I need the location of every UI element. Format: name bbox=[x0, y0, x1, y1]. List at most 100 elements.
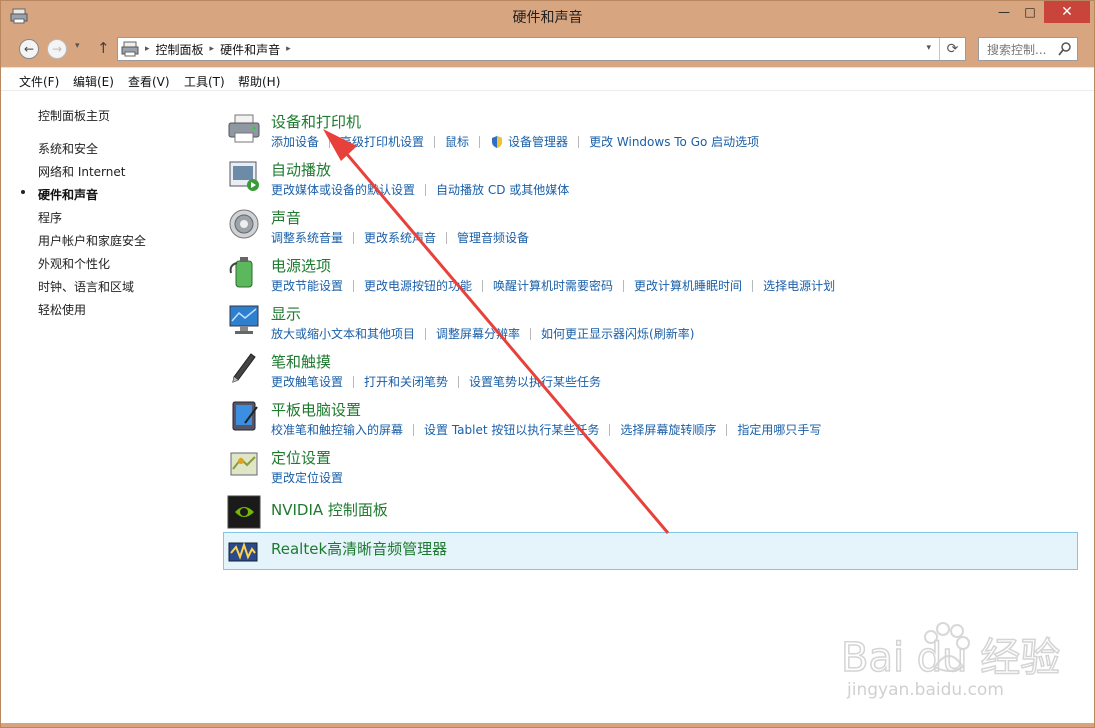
menu-tools[interactable]: 工具(T) bbox=[184, 73, 225, 90]
category-links: 更改定位设置 bbox=[271, 469, 343, 486]
link-calibrate-screen[interactable]: 校准笔和触控输入的屏幕 bbox=[271, 421, 403, 438]
link-advanced-printer-setup[interactable]: 高级打印机设置 bbox=[340, 133, 424, 150]
battery-icon bbox=[229, 257, 253, 288]
menu-view[interactable]: 查看(V) bbox=[128, 73, 170, 90]
category-title-location-settings[interactable]: 定位设置 bbox=[271, 447, 331, 468]
link-screen-resolution[interactable]: 调整屏幕分辨率 bbox=[436, 325, 520, 342]
link-divider bbox=[425, 327, 427, 340]
close-button[interactable]: ✕ bbox=[1044, 1, 1090, 23]
sidebar-item-programs[interactable]: 程序 bbox=[38, 209, 62, 226]
link-device-manager[interactable]: 设备管理器 bbox=[508, 133, 568, 150]
sidebar-item-control-panel-home[interactable]: 控制面板主页 bbox=[38, 107, 110, 124]
link-adjust-volume[interactable]: 调整系统音量 bbox=[271, 229, 343, 246]
link-change-media-defaults[interactable]: 更改媒体或设备的默认设置 bbox=[271, 181, 415, 198]
link-divider bbox=[353, 231, 355, 244]
category-title-power-options[interactable]: 电源选项 bbox=[271, 255, 331, 276]
link-power-button-function[interactable]: 更改电源按钮的功能 bbox=[364, 277, 472, 294]
baidu-jingyan-watermark: Bai du 经验 jingyan.baidu.com bbox=[840, 622, 1061, 699]
category-title-tablet-settings[interactable]: 平板电脑设置 bbox=[271, 399, 361, 420]
window-title: 硬件和声音 bbox=[512, 10, 583, 26]
address-bar[interactable]: ▸ 控制面板 ▸ 硬件和声音 ▸ ▾ ⟳ bbox=[117, 37, 966, 61]
category-links: 更改媒体或设备的默认设置 自动播放 CD 或其他媒体 bbox=[271, 181, 569, 198]
control-panel-icon bbox=[121, 41, 139, 57]
link-fix-flicker[interactable]: 如何更正显示器闪烁(刷新率) bbox=[541, 325, 694, 342]
link-rotation-order[interactable]: 选择屏幕旋转顺序 bbox=[620, 421, 716, 438]
refresh-button[interactable]: ⟳ bbox=[939, 38, 965, 60]
uac-shield-icon bbox=[492, 135, 503, 148]
link-windows-to-go[interactable]: 更改 Windows To Go 启动选项 bbox=[589, 133, 759, 150]
link-divider bbox=[425, 183, 427, 196]
location-icon bbox=[230, 452, 258, 476]
search-icon[interactable] bbox=[1058, 41, 1072, 57]
breadcrumb-separator[interactable]: ▸ bbox=[145, 44, 150, 54]
category-title-pen-touch[interactable]: 笔和触摸 bbox=[271, 351, 331, 372]
category-title-nvidia[interactable]: NVIDIA 控制面板 bbox=[271, 499, 388, 520]
breadcrumb-hardware-sound[interactable]: 硬件和声音 bbox=[220, 41, 280, 58]
link-change-power-saving[interactable]: 更改节能设置 bbox=[271, 277, 343, 294]
breadcrumb-control-panel[interactable]: 控制面板 bbox=[156, 41, 204, 58]
category-title-realtek[interactable]: Realtek高清晰音频管理器 bbox=[271, 538, 447, 559]
sidebar-item-clock-language[interactable]: 时钟、语言和区域 bbox=[38, 278, 134, 295]
menu-file[interactable]: 文件(F) bbox=[19, 73, 59, 90]
link-change-pen-settings[interactable]: 更改触笔设置 bbox=[271, 373, 343, 390]
link-divider bbox=[329, 135, 331, 148]
category-links: 更改触笔设置 打开和关闭笔势 设置笔势以执行某些任务 bbox=[271, 373, 601, 390]
link-divider bbox=[353, 279, 355, 292]
sidebar-item-appearance[interactable]: 外观和个性化 bbox=[38, 255, 110, 272]
forward-button[interactable]: → bbox=[47, 39, 67, 59]
link-divider bbox=[623, 279, 625, 292]
printer-icon bbox=[228, 114, 260, 143]
address-dropdown-icon[interactable]: ▾ bbox=[926, 43, 931, 53]
realtek-icon bbox=[228, 541, 258, 562]
link-tablet-buttons[interactable]: 设置 Tablet 按钮以执行某些任务 bbox=[424, 421, 599, 438]
link-change-sleep-time[interactable]: 更改计算机睡眠时间 bbox=[634, 277, 742, 294]
up-button[interactable]: ↑ bbox=[97, 39, 110, 57]
link-toggle-flicks[interactable]: 打开和关闭笔势 bbox=[364, 373, 448, 390]
link-divider bbox=[609, 423, 611, 436]
search-input[interactable]: 搜索控制... bbox=[978, 37, 1078, 61]
sidebar: 控制面板主页 系统和安全 网络和 Internet 硬件和声音 程序 用户帐户和… bbox=[1, 91, 211, 723]
category-title-sound[interactable]: 声音 bbox=[271, 207, 301, 228]
link-zoom-text[interactable]: 放大或缩小文本和其他项目 bbox=[271, 325, 415, 342]
back-button[interactable]: ← bbox=[19, 39, 39, 59]
navigation-bar: ← → ▾ ↑ ▸ 控制面板 ▸ 硬件和声音 ▸ ▾ ⟳ 搜索控制... bbox=[1, 31, 1094, 67]
sidebar-item-system-security[interactable]: 系统和安全 bbox=[38, 140, 98, 157]
link-require-password-wake[interactable]: 唤醒计算机时需要密码 bbox=[493, 277, 613, 294]
menu-edit[interactable]: 编辑(E) bbox=[73, 73, 114, 90]
sidebar-item-user-accounts[interactable]: 用户帐户和家庭安全 bbox=[38, 232, 146, 249]
link-divider bbox=[434, 135, 436, 148]
category-title-display[interactable]: 显示 bbox=[271, 303, 301, 324]
category-links: 添加设备 高级打印机设置 鼠标 设备管理器 更改 Windows To Go 启… bbox=[271, 133, 759, 150]
maximize-button[interactable]: □ bbox=[1018, 1, 1042, 23]
link-setup-flicks[interactable]: 设置笔势以执行某些任务 bbox=[469, 373, 601, 390]
category-title-devices-printers[interactable]: 设备和打印机 bbox=[271, 111, 361, 132]
sidebar-item-network-internet[interactable]: 网络和 Internet bbox=[38, 163, 125, 180]
link-mouse[interactable]: 鼠标 bbox=[445, 133, 469, 150]
menu-help[interactable]: 帮助(H) bbox=[238, 73, 280, 90]
minimize-button[interactable]: — bbox=[992, 1, 1016, 23]
link-change-location-settings[interactable]: 更改定位设置 bbox=[271, 469, 343, 486]
sidebar-item-hardware-sound[interactable]: 硬件和声音 bbox=[38, 186, 98, 203]
link-divider bbox=[446, 231, 448, 244]
category-links: 更改节能设置 更改电源按钮的功能 唤醒计算机时需要密码 更改计算机睡眠时间 选择… bbox=[271, 277, 835, 294]
link-choose-power-plan[interactable]: 选择电源计划 bbox=[763, 277, 835, 294]
link-divider bbox=[458, 375, 460, 388]
title-bar: 硬件和声音 — □ ✕ bbox=[1, 1, 1094, 31]
link-change-system-sounds[interactable]: 更改系统声音 bbox=[364, 229, 436, 246]
link-autoplay-cd[interactable]: 自动播放 CD 或其他媒体 bbox=[436, 181, 569, 198]
breadcrumb-separator[interactable]: ▸ bbox=[210, 44, 215, 54]
recent-locations-dropdown[interactable]: ▾ bbox=[75, 41, 80, 51]
link-handedness[interactable]: 指定用哪只手写 bbox=[737, 421, 821, 438]
sidebar-item-ease-of-access[interactable]: 轻松使用 bbox=[38, 301, 86, 318]
category-title-autoplay[interactable]: 自动播放 bbox=[271, 159, 331, 180]
link-manage-audio-devices[interactable]: 管理音频设备 bbox=[457, 229, 529, 246]
link-divider bbox=[530, 327, 532, 340]
breadcrumb-separator[interactable]: ▸ bbox=[286, 44, 291, 54]
category-links: 放大或缩小文本和其他项目 调整屏幕分辨率 如何更正显示器闪烁(刷新率) bbox=[271, 325, 694, 342]
link-add-device[interactable]: 添加设备 bbox=[271, 133, 319, 150]
category-links: 调整系统音量 更改系统声音 管理音频设备 bbox=[271, 229, 529, 246]
watermark-brand: Bai du 经验 bbox=[841, 635, 1060, 681]
tablet-icon bbox=[232, 401, 258, 431]
link-divider bbox=[482, 279, 484, 292]
category-links: 校准笔和触控输入的屏幕 设置 Tablet 按钮以执行某些任务 选择屏幕旋转顺序… bbox=[271, 421, 821, 438]
